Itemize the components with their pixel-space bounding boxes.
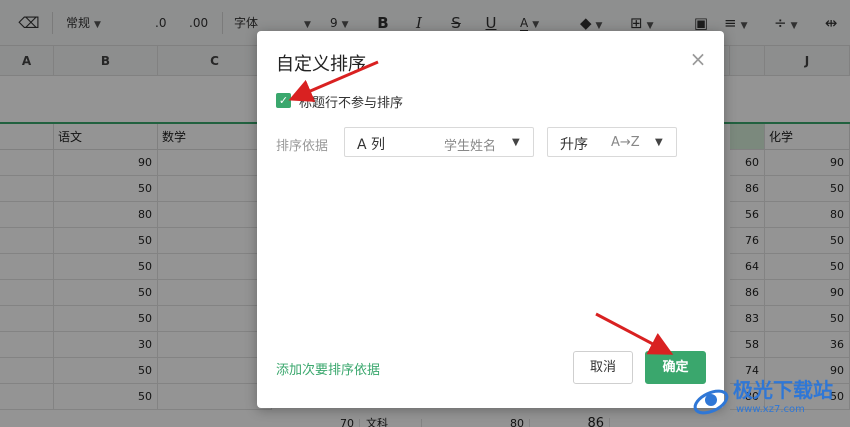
sort-column-value: A 列 [357,137,386,153]
close-icon[interactable]: × [688,49,708,69]
add-secondary-sort-link[interactable]: 添加次要排序依据 [276,359,380,378]
cancel-button[interactable]: 取消 [573,351,633,384]
watermark-name: 极光下载站 [733,378,833,402]
dialog-title: 自定义排序 [276,54,366,75]
sort-column-hint: 学生姓名 [444,139,497,154]
sort-order-select[interactable]: 升序 A→Z ▼ [547,127,677,157]
sort-order-value: 升序 [560,137,588,153]
sort-column-select[interactable]: A 列 学生姓名 ▼ [344,127,534,157]
custom-sort-dialog: 自定义排序 × ✓ 标题行不参与排序 排序依据 A 列 学生姓名 ▼ 升序 A→… [257,31,724,408]
sort-order-hint: A→Z [611,135,640,150]
checkbox-icon[interactable]: ✓ [276,93,291,108]
sort-basis-label: 排序依据 [276,139,329,154]
chevron-down-icon: ▼ [655,137,663,148]
exclude-header-checkbox-label[interactable]: 标题行不参与排序 [299,92,403,111]
watermark-logo-icon [693,389,729,415]
chevron-down-icon: ▼ [512,137,520,148]
watermark-url: www.xz7.com [736,404,805,415]
